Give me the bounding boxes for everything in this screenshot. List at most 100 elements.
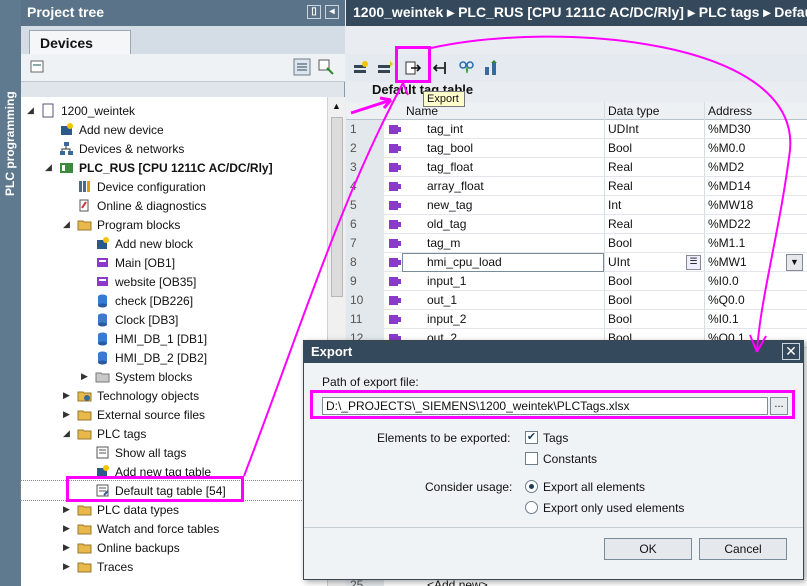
tree-item-plc-data-types[interactable]: ▶ PLC data types	[21, 500, 327, 519]
table-row[interactable]: 1 tag_int UDInt %MD30	[346, 120, 807, 139]
tag-type[interactable]: Bool	[608, 141, 632, 155]
list-view-icon[interactable]	[293, 58, 311, 76]
new-project-icon[interactable]	[29, 58, 47, 76]
portal-strip[interactable]: PLC programming	[0, 0, 21, 586]
scrollbar-thumb[interactable]	[331, 117, 343, 297]
collapsed-arrow-icon[interactable]: ▶	[63, 409, 73, 419]
table-row[interactable]: 6 old_tag Real %MD22	[346, 215, 807, 234]
table-row[interactable]: 11 input_2 Bool %I0.1	[346, 310, 807, 329]
monitor-icon[interactable]	[458, 59, 476, 77]
constants-checkbox[interactable]	[525, 452, 538, 465]
tree-item-technology-objects[interactable]: ▶ Technology objects	[21, 386, 327, 405]
tag-name[interactable]: tag_m	[427, 236, 460, 250]
tag-type[interactable]: UInt	[608, 255, 630, 269]
tree-item-clock-db3[interactable]: Clock [DB3]	[21, 310, 327, 329]
tag-address[interactable]: %M1.1	[708, 236, 745, 250]
tree-item-plc[interactable]: ◢ PLC_RUS [CPU 1211C AC/DC/Rly]	[21, 158, 327, 177]
close-icon[interactable]: ✕	[782, 343, 800, 360]
export-used-radio[interactable]	[525, 501, 538, 514]
add-tag-icon[interactable]	[352, 59, 370, 77]
tag-address[interactable]: %Q0.0	[708, 293, 745, 307]
export-all-radio[interactable]	[525, 480, 538, 493]
tag-type[interactable]: Bool	[608, 236, 632, 250]
tree-item-main-ob1[interactable]: Main [OB1]	[21, 253, 327, 272]
collapsed-arrow-icon[interactable]: ▶	[63, 542, 73, 552]
expand-arrow-icon[interactable]: ◢	[63, 428, 73, 438]
tree-item-check-db226[interactable]: check [DB226]	[21, 291, 327, 310]
tag-type[interactable]: Int	[608, 198, 621, 212]
tree-item-plc-tags[interactable]: ◢ PLC tags	[21, 424, 327, 443]
tag-address[interactable]: %I0.0	[708, 274, 739, 288]
tree-item-system-blocks[interactable]: ▶ System blocks	[21, 367, 327, 386]
tree-item-add-block[interactable]: Add new block	[21, 234, 327, 253]
tree-item-show-all-tags[interactable]: Show all tags	[21, 443, 327, 462]
column-datatype-header[interactable]: Data type	[608, 104, 659, 118]
collapsed-arrow-icon[interactable]: ▶	[63, 390, 73, 400]
tag-type[interactable]: Bool	[608, 312, 632, 326]
expand-arrow-icon[interactable]: ◢	[63, 219, 73, 229]
tag-type[interactable]: Real	[608, 179, 633, 193]
tag-address[interactable]: %M0.0	[708, 141, 745, 155]
tree-item-default-tag-table[interactable]: Default tag table [54]	[20, 480, 328, 501]
tag-name[interactable]: new_tag	[427, 198, 472, 212]
table-row[interactable]: 3 tag_float Real %MD2	[346, 158, 807, 177]
tag-type[interactable]: Bool	[608, 274, 632, 288]
export-icon[interactable]	[404, 59, 422, 77]
tree-item-online-backups[interactable]: ▶ Online backups	[21, 538, 327, 557]
tree-item-online-diagnostics[interactable]: Online & diagnostics	[21, 196, 327, 215]
tag-address[interactable]: %MW1	[708, 255, 747, 269]
scroll-up-icon[interactable]: ▲	[332, 101, 341, 111]
tree-item-program-blocks[interactable]: ◢ Program blocks	[21, 215, 327, 234]
tree-item-hmi-db1[interactable]: HMI_DB_1 [DB1]	[21, 329, 327, 348]
tree-item-traces[interactable]: ▶ Traces	[21, 557, 327, 576]
pin-icon[interactable]: ▯	[307, 5, 321, 19]
table-row[interactable]: 2 tag_bool Bool %M0.0	[346, 139, 807, 158]
tag-name[interactable]: input_1	[427, 274, 466, 288]
export-path-input[interactable]	[322, 397, 768, 415]
tree-item-add-device[interactable]: Add new device	[21, 120, 327, 139]
tag-type[interactable]: Bool	[608, 293, 632, 307]
tag-type[interactable]: UDInt	[608, 122, 639, 136]
table-row-selected[interactable]: 8 hmi_cpu_load UInt ☰ %MW1 ▼	[346, 253, 807, 272]
table-row[interactable]: 5 new_tag Int %MW18	[346, 196, 807, 215]
overview-icon[interactable]	[317, 58, 335, 76]
collapse-icon[interactable]: ◂	[325, 5, 339, 19]
expand-arrow-icon[interactable]: ◢	[45, 162, 55, 172]
collapsed-arrow-icon[interactable]: ▶	[81, 371, 91, 381]
tree-item-hmi-db2[interactable]: HMI_DB_2 [DB2]	[21, 348, 327, 367]
expand-arrow-icon[interactable]: ◢	[27, 105, 37, 115]
collapsed-arrow-icon[interactable]: ▶	[63, 504, 73, 514]
tree-item-project[interactable]: ◢ 1200_weintek	[21, 101, 327, 120]
insert-row-icon[interactable]	[376, 59, 394, 77]
collapsed-arrow-icon[interactable]: ▶	[63, 523, 73, 533]
tree-item-devices-networks[interactable]: Devices & networks	[21, 139, 327, 158]
cancel-button[interactable]: Cancel	[699, 538, 787, 560]
tag-name[interactable]: tag_bool	[427, 141, 473, 155]
import-icon[interactable]	[430, 59, 448, 77]
tag-name[interactable]: hmi_cpu_load	[427, 255, 502, 269]
type-picker-icon[interactable]: ☰	[686, 255, 701, 270]
tags-checkbox[interactable]: ✔	[525, 431, 538, 444]
tree-item-add-tag-table[interactable]: Add new tag table	[21, 462, 327, 481]
tag-name[interactable]: out_1	[427, 293, 457, 307]
plc-programming-label[interactable]: PLC programming	[3, 91, 17, 196]
tag-name[interactable]: old_tag	[427, 217, 466, 231]
address-dropdown-icon[interactable]: ▼	[786, 254, 803, 271]
table-row[interactable]: 9 input_1 Bool %I0.0	[346, 272, 807, 291]
tree-item-watch-force[interactable]: ▶ Watch and force tables	[21, 519, 327, 538]
tag-name[interactable]: array_float	[427, 179, 484, 193]
tag-address[interactable]: %MD2	[708, 160, 744, 174]
tag-address[interactable]: %MD14	[708, 179, 751, 193]
tag-address[interactable]: %MD30	[708, 122, 751, 136]
tag-type[interactable]: Real	[608, 217, 633, 231]
table-row[interactable]: 4 array_float Real %MD14	[346, 177, 807, 196]
tree-item-website-ob35[interactable]: website [OB35]	[21, 272, 327, 291]
table-row[interactable]: 7 tag_m Bool %M1.1	[346, 234, 807, 253]
tree-item-external-source-files[interactable]: ▶ External source files	[21, 405, 327, 424]
tag-address[interactable]: %MD22	[708, 217, 751, 231]
tag-type[interactable]: Real	[608, 160, 633, 174]
tab-devices[interactable]: Devices	[29, 30, 131, 54]
collapsed-arrow-icon[interactable]: ▶	[63, 561, 73, 571]
tag-name[interactable]: input_2	[427, 312, 466, 326]
browse-button[interactable]: ...	[770, 397, 788, 415]
